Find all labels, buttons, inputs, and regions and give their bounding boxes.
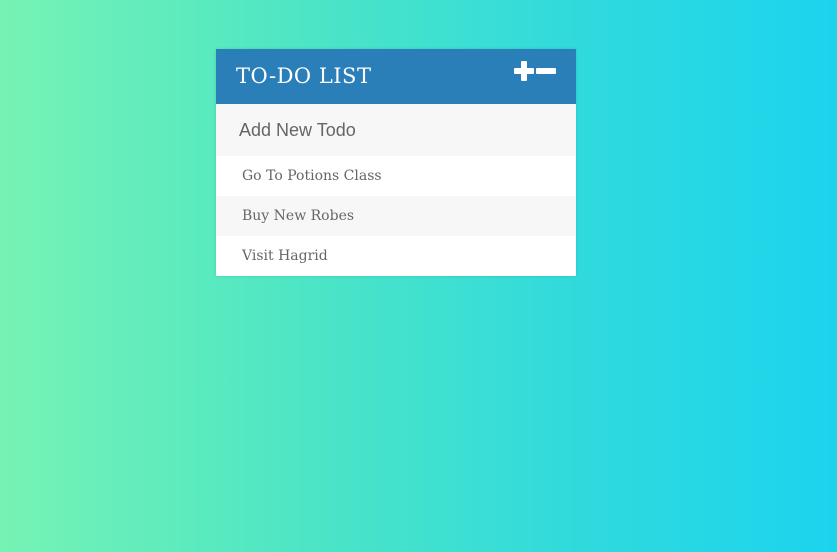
plus-icon[interactable] [514,61,534,81]
toggle-form-button[interactable] [514,61,558,81]
todo-item[interactable]: Buy New Robes [216,196,576,236]
todo-list: Go To Potions Class Buy New Robes Visit … [216,156,576,276]
minus-icon[interactable] [536,68,556,74]
todo-item[interactable]: Go To Potions Class [216,156,576,196]
todo-item[interactable]: Visit Hagrid [216,236,576,276]
todo-header: TO-DO LIST [216,49,576,104]
new-todo-row [216,104,576,156]
page-title: TO-DO LIST [236,64,372,88]
new-todo-input[interactable] [216,104,576,156]
todo-card: TO-DO LIST Go To Potions Class Buy New R… [216,49,576,276]
